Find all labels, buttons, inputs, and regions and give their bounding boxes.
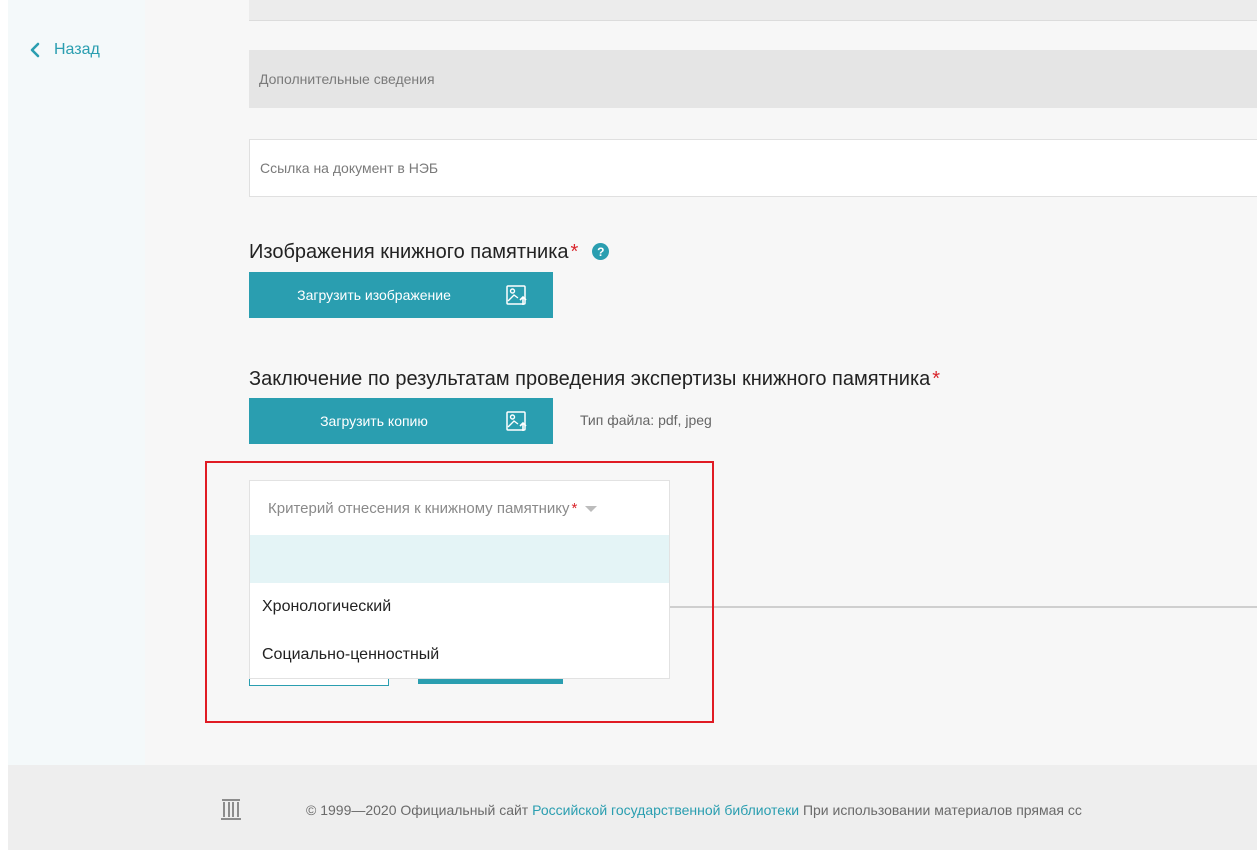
- additional-info-field[interactable]: Дополнительные сведения: [249, 50, 1257, 108]
- required-mark: *: [571, 499, 578, 517]
- question-circle-icon[interactable]: ?: [592, 243, 610, 260]
- upload-copy-button[interactable]: Загрузить копию: [249, 398, 553, 444]
- images-section-title: Изображения книжного памятника *?: [249, 241, 610, 264]
- required-mark: *: [570, 241, 579, 263]
- library-logo-icon: [221, 799, 241, 820]
- upload-image-button[interactable]: Загрузить изображение: [249, 272, 553, 318]
- criterion-option-chronological[interactable]: Хронологический: [250, 583, 669, 631]
- criterion-select[interactable]: Критерий отнесения к книжному памятнику *…: [249, 480, 670, 679]
- footer-copyright: © 1999—2020 Официальный сайт: [306, 802, 529, 818]
- criterion-option-social-value[interactable]: Социально-ценностный: [250, 631, 669, 679]
- images-section-title-text: Изображения книжного памятника: [249, 241, 569, 263]
- upload-image-button-label: Загрузить изображение: [297, 287, 451, 303]
- image-upload-icon: [506, 411, 527, 431]
- back-link-label: Назад: [54, 41, 100, 58]
- footer-text: © 1999—2020 Официальный сайт Российской …: [306, 802, 1082, 818]
- neb-link-placeholder: Ссылка на документ в НЭБ: [260, 160, 439, 176]
- back-link[interactable]: Назад: [30, 41, 100, 59]
- chevron-left-icon: [30, 42, 40, 58]
- criterion-select-toggle[interactable]: Критерий отнесения к книжному памятнику *: [250, 481, 669, 535]
- additional-info-placeholder: Дополнительные сведения: [259, 71, 435, 87]
- left-sidebar: [8, 0, 145, 765]
- footer: © 1999—2020 Официальный сайт Российской …: [8, 765, 1257, 850]
- divider: [669, 606, 1257, 608]
- previous-field-edge: [249, 0, 1257, 21]
- footer-usage-note: При использовании материалов прямая сс: [802, 802, 1082, 818]
- criterion-option-label: Хронологический: [262, 598, 392, 615]
- neb-link-field[interactable]: Ссылка на документ в НЭБ: [249, 139, 1257, 197]
- expertise-section-title: Заключение по результатам проведения экс…: [249, 368, 940, 391]
- caret-down-icon: [585, 506, 598, 512]
- footer-library-link[interactable]: Российской государственной библиотеки: [532, 802, 799, 818]
- image-upload-icon: [506, 285, 527, 305]
- criterion-option-empty[interactable]: [250, 535, 669, 583]
- expertise-section-title-text: Заключение по результатам проведения экс…: [249, 368, 931, 390]
- criterion-option-label: Социально-ценностный: [262, 646, 440, 663]
- upload-copy-button-label: Загрузить копию: [320, 413, 428, 429]
- criterion-select-placeholder: Критерий отнесения к книжному памятнику: [268, 499, 570, 517]
- file-type-hint: Тип файла: pdf, jpeg: [580, 412, 712, 428]
- required-mark: *: [932, 368, 941, 390]
